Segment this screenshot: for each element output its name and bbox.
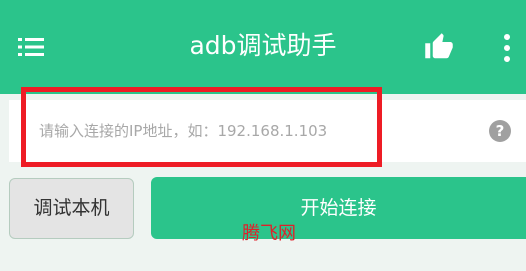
- question-mark-circle-icon[interactable]: ?: [489, 120, 511, 142]
- ip-input-card: ?: [9, 100, 526, 162]
- debug-local-button[interactable]: 调试本机: [9, 178, 134, 239]
- app-bar: adb调试助手: [0, 0, 526, 94]
- thumbs-up-icon[interactable]: [424, 32, 454, 62]
- more-vertical-icon[interactable]: [500, 33, 514, 63]
- ip-address-input[interactable]: [39, 114, 479, 148]
- start-connect-button[interactable]: 开始连接: [151, 177, 526, 239]
- hamburger-menu-icon[interactable]: [18, 37, 44, 57]
